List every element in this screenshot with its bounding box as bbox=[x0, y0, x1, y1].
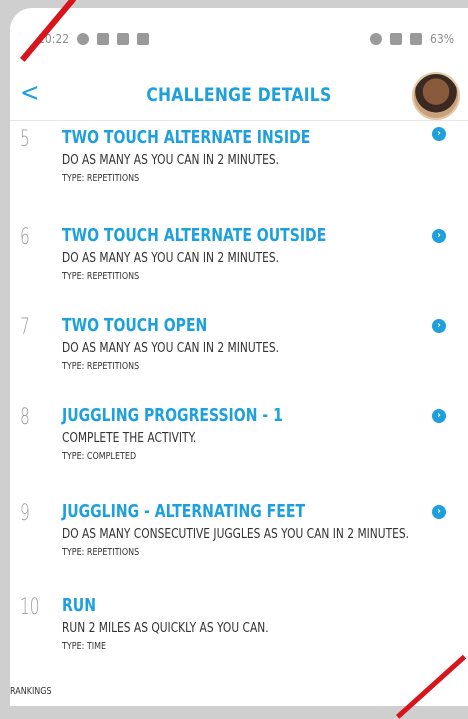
chevron-right-circle-icon[interactable]: › bbox=[432, 505, 446, 519]
signal-icon bbox=[410, 33, 422, 45]
item-number: 5 bbox=[20, 127, 30, 152]
item-name[interactable]: RUN bbox=[62, 595, 96, 616]
item-number: 7 bbox=[20, 315, 30, 340]
chevron-right-circle-icon[interactable]: › bbox=[432, 319, 446, 333]
item-name[interactable]: TWO TOUCH OPEN bbox=[62, 315, 207, 336]
item-number: 10 bbox=[20, 595, 40, 620]
item-type: TYPE: REPETITIONS bbox=[62, 361, 140, 372]
notification-icon bbox=[97, 33, 110, 45]
item-number: 9 bbox=[20, 501, 30, 526]
item-type: TYPE: REPETITIONS bbox=[62, 271, 140, 282]
item-description: DO AS MANY AS YOU CAN IN 2 MINUTES. bbox=[62, 341, 280, 356]
item-description: RUN 2 MILES AS QUICKLY AS YOU CAN. bbox=[62, 621, 269, 636]
alarm-icon bbox=[370, 33, 382, 45]
bluetooth-icon bbox=[390, 33, 402, 45]
item-description: COMPLETE THE ACTIVITY. bbox=[62, 431, 197, 446]
item-type: TYPE: COMPLETED bbox=[62, 451, 137, 462]
chevron-right-circle-icon[interactable]: › bbox=[432, 127, 446, 141]
item-name[interactable]: JUGGLING - ALTERNATING FEET bbox=[62, 501, 305, 522]
phone-screen: 10:22 63% < CHALLENGE DETAILS 5 TWO TOUC… bbox=[10, 8, 468, 706]
app-icon bbox=[117, 33, 130, 45]
item-name[interactable]: JUGGLING PROGRESSION - 1 bbox=[62, 405, 283, 426]
item-type: TYPE: REPETITIONS bbox=[62, 173, 140, 184]
chevron-right-circle-icon[interactable]: › bbox=[432, 229, 446, 243]
item-number: 8 bbox=[20, 405, 30, 430]
item-description: DO AS MANY AS YOU CAN IN 2 MINUTES. bbox=[62, 153, 280, 168]
item-name[interactable]: TWO TOUCH ALTERNATE OUTSIDE bbox=[62, 225, 326, 246]
back-button[interactable]: < bbox=[20, 78, 40, 108]
page-title: CHALLENGE DETAILS bbox=[146, 84, 332, 106]
item-name[interactable]: TWO TOUCH ALTERNATE INSIDE bbox=[62, 127, 310, 148]
rankings-label[interactable]: RANKINGS bbox=[10, 686, 52, 697]
status-bar: 10:22 63% bbox=[10, 8, 468, 70]
avatar[interactable] bbox=[412, 72, 460, 120]
gallery-icon bbox=[137, 33, 150, 45]
item-description: DO AS MANY CONSECUTIVE JUGGLES AS YOU CA… bbox=[62, 527, 409, 542]
item-description: DO AS MANY AS YOU CAN IN 2 MINUTES. bbox=[62, 251, 280, 266]
item-type: TYPE: TIME bbox=[62, 641, 107, 652]
chevron-right-circle-icon[interactable]: › bbox=[432, 409, 446, 423]
battery-level: 63% bbox=[430, 32, 454, 46]
item-number: 6 bbox=[20, 225, 30, 250]
messenger-icon bbox=[77, 33, 90, 45]
app-header: < CHALLENGE DETAILS bbox=[10, 70, 468, 121]
item-type: TYPE: REPETITIONS bbox=[62, 547, 140, 558]
